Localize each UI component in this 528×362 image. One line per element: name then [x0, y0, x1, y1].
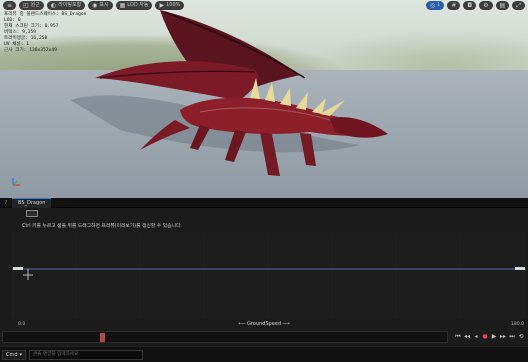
play-button[interactable]: ▶ [491, 334, 497, 340]
playhead-marker[interactable] [99, 333, 105, 342]
arrow-left-icon: ⟵ [238, 321, 246, 327]
arrow-right-icon: ⟶ [282, 321, 290, 327]
grid-settings-icon[interactable] [26, 209, 38, 217]
timeline-scrubber[interactable] [2, 331, 448, 343]
settings-button[interactable]: ⚙ [479, 1, 493, 10]
speed-icon: ◎ [429, 2, 436, 9]
record-button[interactable]: ● [482, 334, 488, 340]
perspective-label: 원근 [30, 2, 40, 8]
camera-speed-label: 1 [437, 2, 441, 8]
playback-speed-label: 100% [166, 2, 181, 8]
hamburger-icon: ≡ [7, 2, 13, 9]
loop-button[interactable]: ⟲ [518, 334, 524, 340]
console-command-input[interactable]: 콘솔 명령을 입력하세요 [29, 349, 143, 360]
blend-sample-marker[interactable] [13, 267, 23, 270]
layout-button[interactable]: ▤ [495, 1, 510, 10]
perspective-button[interactable]: ◰ 원근 [19, 1, 44, 10]
tab-bar: ? BS_Dragon [0, 197, 528, 208]
axis-parameter-name: GroundSpeed [246, 321, 282, 327]
play-reverse-button[interactable]: ◂ [473, 334, 479, 340]
camera-button[interactable]: ◘ [463, 1, 477, 10]
show-label: 표시 [99, 2, 109, 8]
viewport-toolbar-left: ≡ ◰ 원근 ◐ 라이팅포함 ◉ 표시 ▦ LOD 자동 ▶ 100% [3, 0, 185, 11]
x-axis-label: ⟵ GroundSpeed ⟶ [0, 321, 528, 327]
lod-label: LOD 자동 [127, 2, 149, 8]
perspective-icon: ◰ [23, 2, 29, 9]
skip-to-start-button[interactable]: ⏮ [455, 334, 461, 340]
animation-viewport[interactable]: ≡ ◰ 원근 ◐ 라이팅포함 ◉ 표시 ▦ LOD 자동 ▶ 100% ◎ 1 # ◘ ⚙ … [0, 0, 528, 198]
blendspace-editor-panel: ? BS_Dragon Ctrl 키를 누르고 샘플 위를 드래그하면 프리뷰(… [0, 197, 528, 362]
maximize-button[interactable]: ⤢ [512, 1, 525, 10]
grid-toggle-button[interactable]: # [447, 1, 461, 10]
blendspace-toolbar [0, 208, 528, 218]
command-type-select[interactable]: Cmd ▾ [2, 349, 26, 360]
camera-icon: ◘ [467, 2, 473, 9]
chevron-down-icon: ▾ [19, 351, 23, 358]
lod-icon: ▦ [119, 2, 126, 9]
blend-sample-marker[interactable] [515, 267, 525, 270]
viewport-toolbar-right: ◎ 1 # ◘ ⚙ ▤ ⤢ [425, 0, 525, 11]
play-icon: ▶ [159, 2, 165, 9]
playback-speed-button[interactable]: ▶ 100% [155, 1, 185, 10]
step-forward-button[interactable]: ▸▸ [500, 334, 506, 340]
grid-icon: # [451, 2, 457, 9]
viewport-options-button[interactable]: ≡ [3, 1, 17, 10]
preview-cursor-icon [23, 269, 33, 280]
help-icon[interactable]: ? [0, 198, 12, 208]
tab-label: BS_Dragon [18, 200, 46, 206]
command-type-label: Cmd [6, 351, 18, 358]
transport-controls: ⏮ ◂◂ ◂ ● ▶ ▸▸ ⏭ ⟲ [455, 334, 524, 340]
lit-icon: ◐ [50, 2, 57, 9]
settings-icon: ⚙ [483, 2, 489, 9]
layout-icon: ▤ [499, 2, 506, 9]
stat-line: 근사 크기: 136x352x49 [4, 48, 57, 53]
viewport-stats: 프리뷰 중 블렌드스페이스: BS_Dragon LOD: 0 현재 스크린 크… [4, 12, 86, 54]
blendspace-graph[interactable] [12, 232, 526, 319]
skip-to-end-button[interactable]: ⏭ [509, 334, 515, 340]
tab-bs-dragon[interactable]: BS_Dragon [12, 197, 52, 208]
step-back-button[interactable]: ◂◂ [464, 334, 470, 340]
show-button[interactable]: ◉ 표시 [88, 1, 113, 10]
drag-hint-text: Ctrl 키를 누르고 샘플 위를 드래그하면 프리뷰(미리보기)를 갱신할 수… [22, 224, 182, 229]
view-mode-label: 라이팅포함 [58, 2, 82, 8]
show-icon: ◉ [92, 2, 98, 9]
view-mode-button[interactable]: ◐ 라이팅포함 [46, 1, 86, 10]
axis-gizmo-icon [12, 178, 20, 186]
console-bar: Cmd ▾ 콘솔 명령을 입력하세요 [0, 346, 528, 362]
blendspace-graph-svg [12, 234, 526, 318]
camera-speed-button[interactable]: ◎ 1 [425, 1, 445, 10]
maximize-icon: ⤢ [516, 2, 521, 9]
lod-button[interactable]: ▦ LOD 자동 [115, 1, 153, 10]
